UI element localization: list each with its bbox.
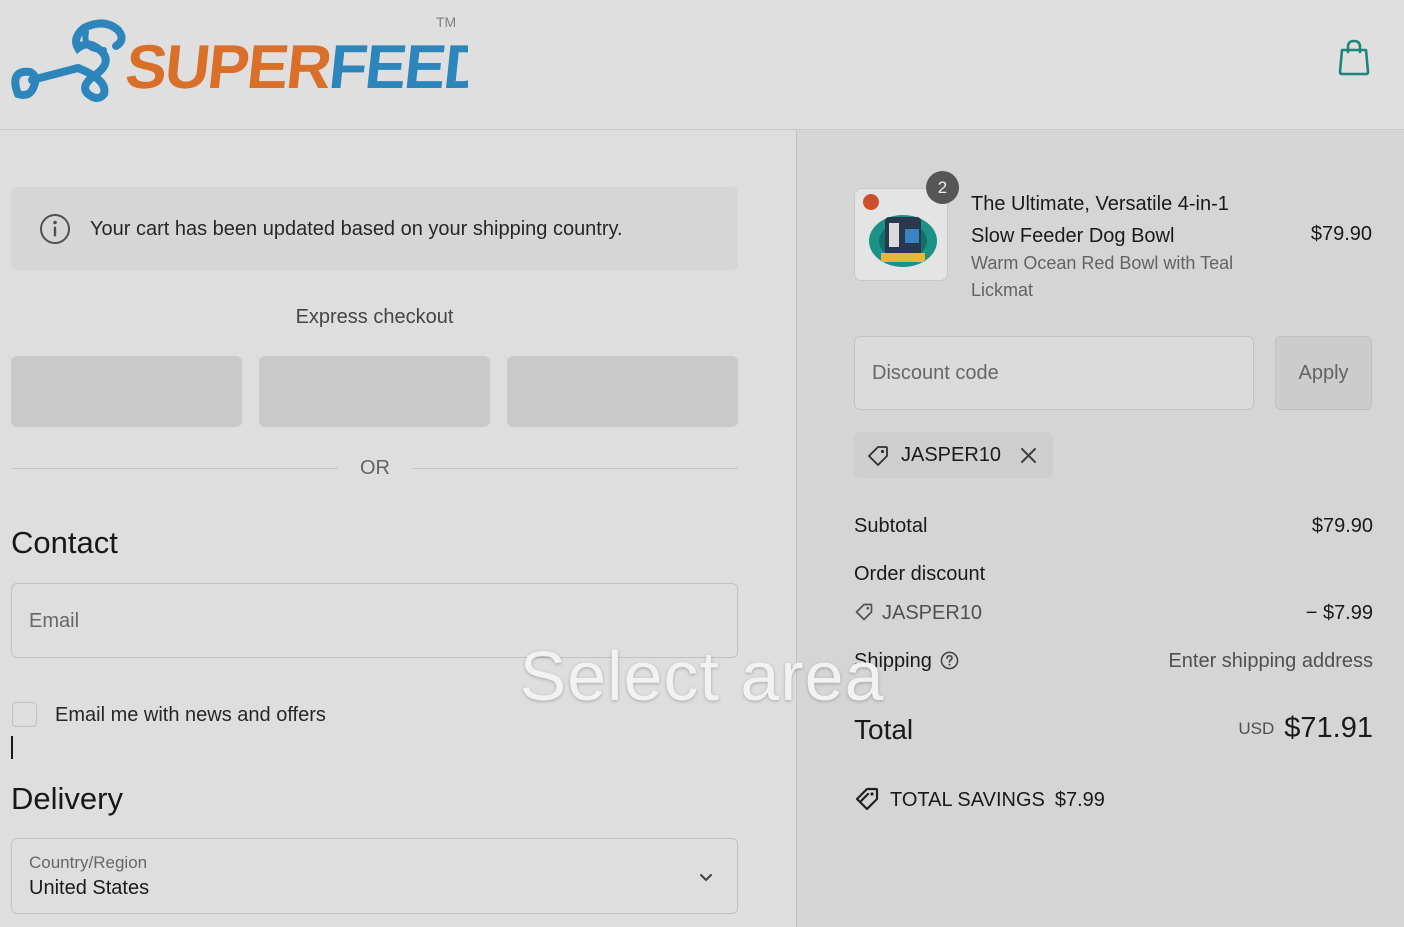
country-value: United States: [29, 877, 150, 899]
savings-tag-icon: [854, 786, 880, 812]
order-discount-label: Order discount: [854, 563, 986, 585]
product-variant: Warm Ocean Red Bowl with Teal Lickmat: [971, 253, 1234, 300]
select-area-prompt: Select area: [519, 637, 885, 715]
order-discount-code-text: JASPER10: [882, 602, 983, 624]
contact-heading: Contact: [11, 525, 118, 560]
express-pay-button-1[interactable]: [11, 356, 242, 427]
country-label: Country/Region: [29, 853, 148, 872]
product-price: $79.90: [1310, 223, 1372, 245]
chevron-down-icon: [698, 869, 714, 885]
checkout-page: SUPERFEEDY TM Your cart has been updated…: [0, 0, 1404, 927]
savings-label: TOTAL SAVINGS: [890, 789, 1045, 811]
applied-discount-tag: JASPER10: [854, 432, 1053, 478]
superfeedy-logo[interactable]: SUPERFEEDY TM: [8, 10, 531, 105]
applied-code-text: JASPER10: [901, 444, 1002, 466]
or-divider-right: [412, 468, 738, 469]
shopping-bag-icon[interactable]: [1336, 38, 1372, 76]
discount-placeholder: Discount code: [872, 362, 999, 384]
remove-discount-icon[interactable]: [1020, 447, 1037, 464]
country-select[interactable]: Country/Region United States: [11, 838, 738, 914]
or-divider-label: OR: [360, 457, 390, 479]
total-value-group: USD $71.91: [1238, 712, 1373, 745]
order-discount-code: JASPER10: [854, 602, 982, 625]
total-savings: TOTAL SAVINGS $7.99: [854, 786, 1105, 812]
discount-code-input[interactable]: Discount code: [854, 336, 1254, 410]
cart-updated-notice: Your cart has been updated based on your…: [11, 187, 738, 270]
express-checkout-title: Express checkout: [295, 306, 454, 328]
email-placeholder: Email: [29, 610, 80, 632]
apply-discount-button[interactable]: Apply: [1275, 336, 1372, 410]
subtotal-label: Subtotal: [854, 515, 928, 537]
quantity-badge: 2: [926, 171, 959, 204]
or-divider-left: [11, 468, 338, 469]
svg-text:SUPERFEEDY: SUPERFEEDY: [122, 33, 468, 102]
logo-graphic: SUPERFEEDY: [11, 19, 531, 102]
text-cursor: [11, 736, 13, 759]
order-discount-value: − $7.99: [1305, 602, 1373, 624]
express-pay-button-2[interactable]: [259, 356, 490, 427]
order-summary-column: 2 The Ultimate, Versatile 4-in-1 Slow Fe…: [796, 130, 1404, 927]
tag-icon: [866, 444, 890, 468]
savings-value: $7.99: [1054, 789, 1105, 811]
checkout-form-column: Your cart has been updated based on your…: [0, 130, 796, 927]
info-icon: [39, 213, 71, 245]
total-currency: USD: [1238, 719, 1275, 738]
total-value: $71.91: [1284, 712, 1373, 744]
express-pay-button-3[interactable]: [507, 356, 738, 427]
delivery-heading: Delivery: [11, 781, 123, 816]
total-label: Total: [854, 714, 914, 745]
trademark-mark: TM: [436, 14, 457, 30]
subtotal-value: $79.90: [1311, 515, 1373, 537]
notice-text: Your cart has been updated based on your…: [90, 218, 623, 240]
small-tag-icon: [854, 602, 874, 622]
header: SUPERFEEDY TM: [0, 0, 1404, 130]
